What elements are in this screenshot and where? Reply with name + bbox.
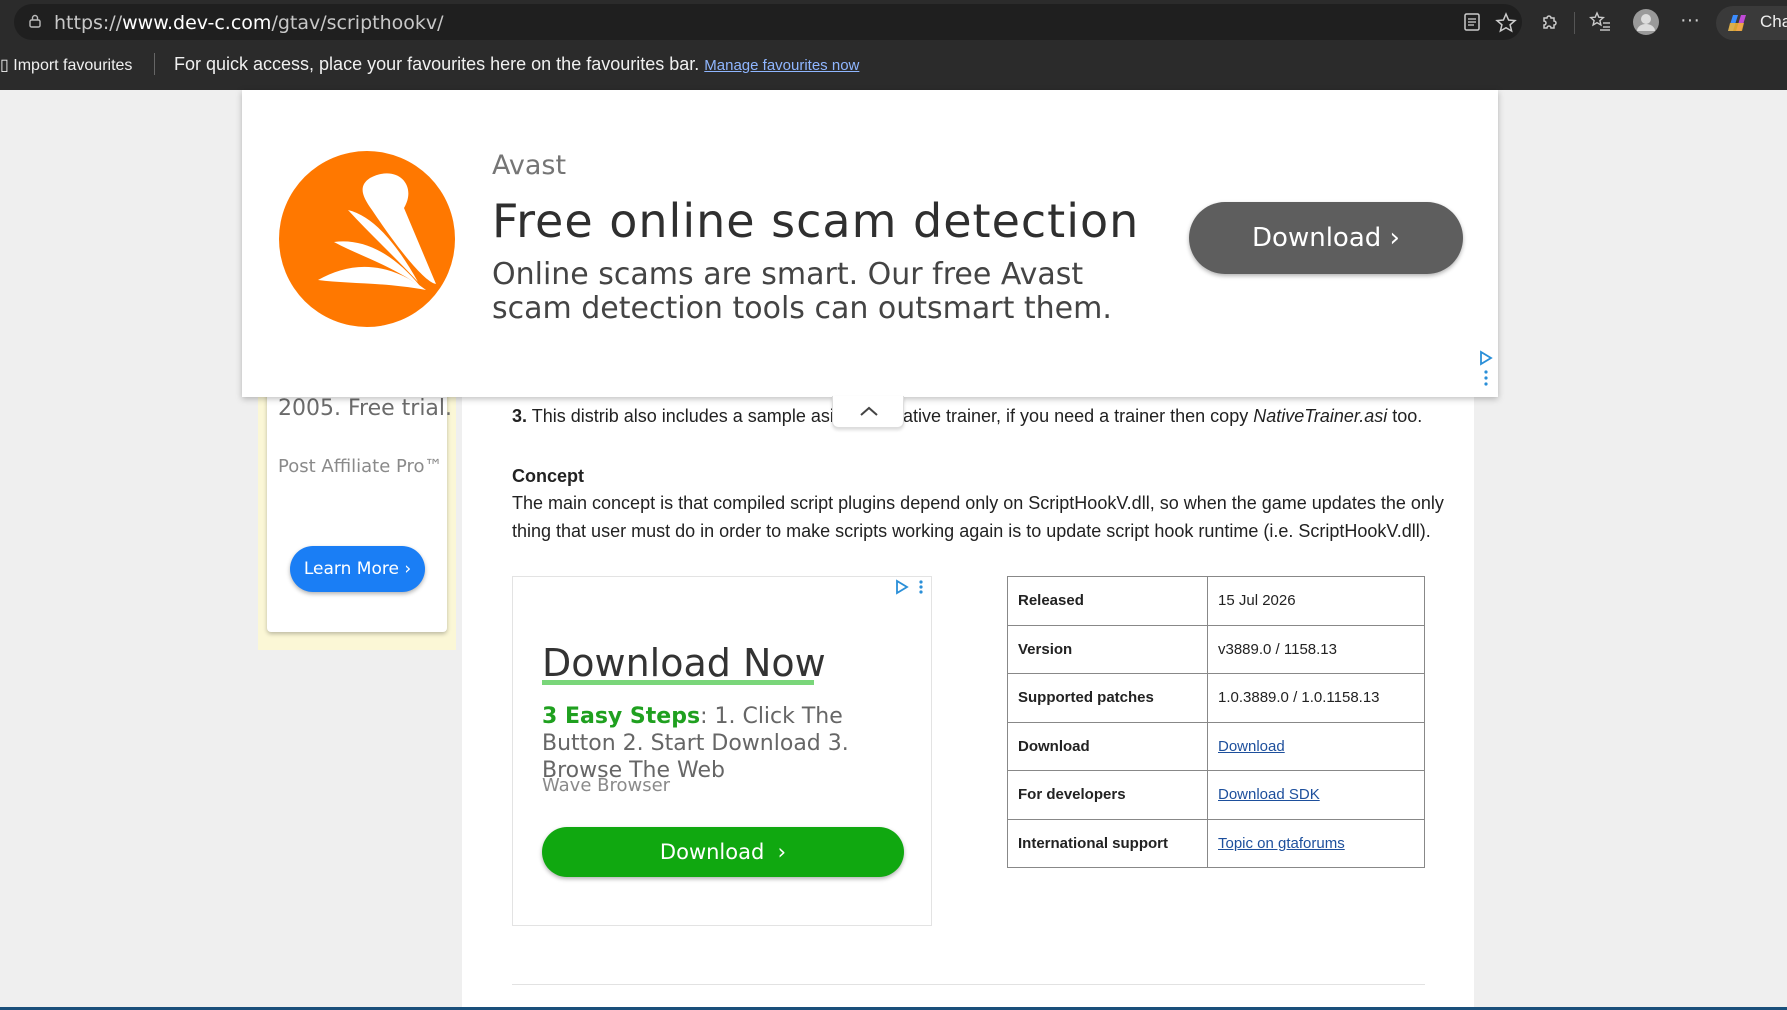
download-ad-steps: 3 Easy Steps: 1. Click The Button 2. Sta…: [542, 703, 922, 784]
table-value-cell: 1.0.3889.0 / 1.0.1158.13: [1207, 673, 1425, 723]
adchoices-icon[interactable]: [1478, 348, 1494, 388]
collapse-ad-button[interactable]: [832, 396, 904, 428]
item-3-filename: NativeTrainer.asi: [1253, 406, 1388, 426]
import-icon: ▯: [0, 57, 9, 74]
download-ad-title: Download Now: [542, 641, 826, 685]
toolbar-divider: [1574, 12, 1575, 34]
concept-paragraph-line2: thing that user must do in order to make…: [512, 521, 1431, 541]
table-key-cell: Supported patches: [1007, 673, 1208, 723]
favourite-star-icon[interactable]: [1494, 12, 1518, 36]
title-underline: [542, 680, 814, 685]
table-value-cell: Topic on gtaforums: [1207, 818, 1425, 868]
concept-heading: Concept: [512, 466, 584, 486]
favourites-icon[interactable]: [1588, 10, 1612, 34]
avast-headline: Free online scam detection: [492, 194, 1140, 248]
browser-toolbar: https://www.dev-c.com/gtav/scripthookv/ …: [0, 0, 1787, 90]
url-host: www.dev-c.com: [122, 12, 272, 34]
item-number: 3.: [512, 406, 528, 426]
lock-icon: [29, 14, 41, 28]
favbar-message: For quick access, place your favourites …: [174, 54, 859, 75]
download-ad-button[interactable]: Download ›: [542, 827, 904, 877]
copilot-label: Chat: [1760, 12, 1787, 31]
download-ad-brand: Wave Browser: [542, 775, 671, 796]
concept-paragraph-line1: The main concept is that compiled script…: [512, 493, 1444, 513]
more-options-icon[interactable]: ···: [1678, 8, 1702, 32]
reader-mode-icon[interactable]: [1460, 12, 1484, 36]
sidebar-ad-brand: Post Affiliate Pro™: [278, 456, 443, 477]
chevron-right-icon: ›: [404, 559, 412, 579]
avast-body-text: Online scams are smart. Our free Avast s…: [492, 257, 1112, 326]
copilot-button[interactable]: Chat: [1716, 6, 1787, 40]
adchoices-icon[interactable]: [893, 577, 929, 597]
table-row: Download Download: [1007, 721, 1425, 771]
avast-banner-ad[interactable]: Avast Free online scam detection Online …: [242, 90, 1498, 397]
table-row: For developers Download SDK: [1007, 770, 1425, 820]
item-3-text: This distrib also includes a sample asi: [531, 406, 834, 426]
address-bar[interactable]: https://www.dev-c.com/gtav/scripthookv/: [14, 4, 1522, 40]
table-link[interactable]: Topic on gtaforums: [1218, 835, 1345, 852]
table-key-cell: International support: [1007, 818, 1208, 868]
table-key-cell: Download: [1007, 721, 1208, 771]
table-key-cell: For developers: [1007, 770, 1208, 820]
url-path: /gtav/scripthookv/: [271, 12, 444, 34]
url-text[interactable]: https://www.dev-c.com/gtav/scripthookv/: [54, 12, 444, 34]
table-value-cell: Download: [1207, 721, 1425, 771]
extensions-icon[interactable]: [1538, 10, 1562, 34]
table-key-cell: Version: [1007, 624, 1208, 674]
profile-avatar-icon[interactable]: [1632, 8, 1660, 36]
url-scheme: https://: [54, 12, 123, 34]
avast-brand-name: Avast: [492, 150, 567, 181]
import-favourites-label: Import favourites: [13, 57, 133, 74]
learn-more-label: Learn More: [303, 559, 399, 579]
table-value-cell: v3889.0 / 1158.13: [1207, 624, 1425, 674]
favbar-message-text: For quick access, place your favourites …: [174, 54, 705, 74]
download-ad-button-label: Download: [659, 840, 765, 864]
steps-highlight: 3 Easy Steps: [542, 704, 701, 729]
avast-download-button[interactable]: Download ›: [1189, 202, 1463, 274]
sidebar-ad-text: 2005. Free trial.: [278, 396, 453, 421]
table-link[interactable]: Download SDK: [1218, 786, 1320, 803]
divider: [512, 984, 1425, 985]
avast-logo-icon: [279, 151, 455, 327]
article-item-3-left: 3. This distrib also includes a sample a…: [512, 406, 834, 427]
import-favourites-button[interactable]: ▯ Import favourites: [0, 55, 132, 75]
copilot-icon: [1728, 15, 1746, 31]
item-3-text-end: too.: [1387, 406, 1423, 426]
learn-more-button[interactable]: Learn More ›: [290, 546, 425, 592]
table-row: Supported patches 1.0.3889.0 / 1.0.1158.1…: [1007, 673, 1425, 723]
chevron-up-icon: [860, 406, 878, 416]
table-value-cell: 15 Jul 2026: [1207, 576, 1425, 626]
avast-download-label: Download: [1252, 223, 1382, 253]
article-item-3-right: ative trainer, if you need a trainer the…: [903, 406, 1422, 427]
manage-favourites-link[interactable]: Manage favourites now: [704, 57, 859, 74]
chevron-right-icon: ›: [1389, 223, 1400, 253]
table-row: International support Topic on gtaforums: [1007, 818, 1425, 868]
script-info-table: Released 15 Jul 2026 Version v3889.0 / 1158…: [1007, 576, 1425, 868]
table-link[interactable]: Download: [1218, 738, 1285, 755]
table-row: Version v3889.0 / 1158.13: [1007, 624, 1425, 674]
download-now-ad[interactable]: Download Now 3 Easy Steps: 1. Click The …: [512, 576, 932, 926]
favbar-divider: [154, 53, 155, 75]
table-key-cell: Released: [1007, 576, 1208, 626]
table-value-cell: Download SDK: [1207, 770, 1425, 820]
chevron-right-icon: ›: [777, 840, 787, 864]
item-3-text-cont: ative trainer, if you need a trainer the…: [903, 406, 1254, 426]
table-row: Released 15 Jul 2026: [1007, 576, 1425, 626]
